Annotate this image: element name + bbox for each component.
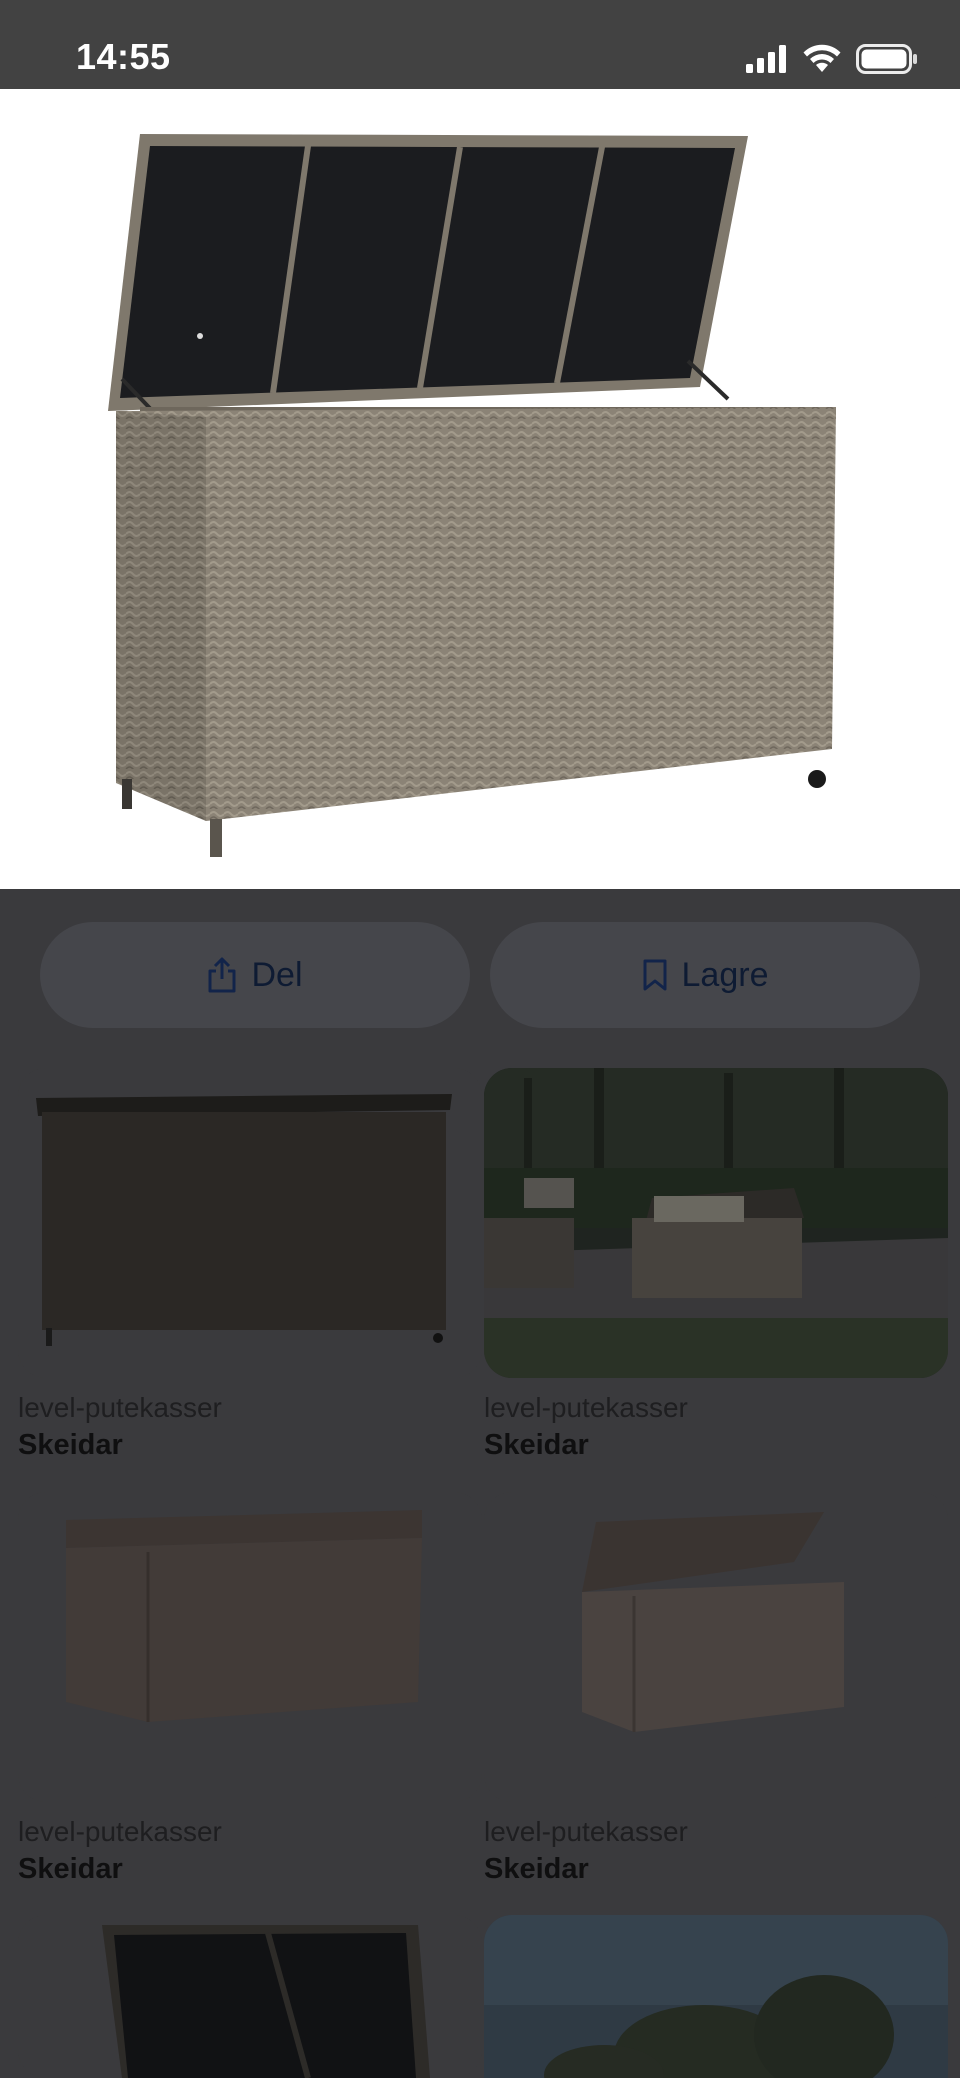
save-button[interactable]: Lagre	[490, 922, 920, 1028]
wifi-icon	[802, 44, 842, 74]
result-card[interactable]: level-putekasser Skeidar	[484, 1492, 948, 1888]
save-label: Lagre	[681, 955, 769, 994]
result-thumbnail[interactable]	[18, 1492, 482, 1802]
action-row: Del Lagre	[40, 922, 920, 1028]
result-thumbnail[interactable]	[18, 1915, 482, 2078]
bookmark-icon	[642, 958, 668, 992]
result-source: level-putekasser	[484, 1392, 688, 1423]
result-title: Skeidar	[18, 1853, 123, 1885]
status-icons	[746, 44, 918, 74]
result-card[interactable]: level-putekasser Skeidar	[18, 1492, 482, 1888]
result-title: Skeidar	[18, 1429, 123, 1461]
result-thumbnail[interactable]	[484, 1068, 948, 1378]
status-bar: 14:55	[0, 0, 960, 89]
result-source: level-putekasser	[484, 1816, 688, 1847]
result-card[interactable]: level-putekasser Skeidar	[18, 1068, 482, 1464]
share-label: Del	[251, 955, 303, 994]
result-title: Skeidar	[484, 1853, 589, 1885]
result-thumbnail[interactable]	[484, 1492, 948, 1802]
result-title: Skeidar	[484, 1429, 589, 1461]
result-card[interactable]: level-putekasser Skeidar	[484, 1068, 948, 1464]
share-icon	[207, 957, 237, 993]
status-time: 14:55	[76, 36, 171, 77]
battery-icon	[856, 44, 918, 74]
share-button[interactable]: Del	[40, 922, 470, 1028]
storage-box-image	[108, 134, 836, 857]
result-thumbnail[interactable]	[484, 1915, 948, 2078]
result-thumbnail[interactable]	[18, 1068, 482, 1378]
result-source: level-putekasser	[18, 1392, 222, 1423]
hero-product-image[interactable]	[0, 89, 960, 889]
result-card[interactable]	[18, 1915, 482, 2078]
result-card[interactable]	[484, 1915, 948, 2078]
cellular-signal-icon	[746, 45, 788, 73]
result-source: level-putekasser	[18, 1816, 222, 1847]
